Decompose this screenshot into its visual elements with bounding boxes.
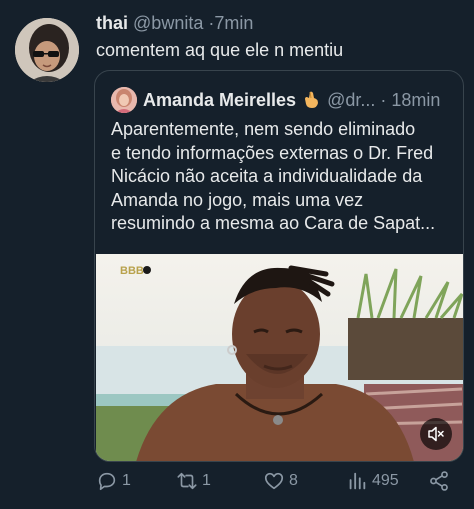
pinched-fingers-icon	[301, 90, 321, 110]
mute-button[interactable]	[420, 418, 452, 450]
author-avatar[interactable]	[15, 18, 79, 82]
speaker-muted-icon	[428, 426, 444, 442]
quoted-author-avatar[interactable]	[111, 87, 137, 113]
quoted-separator-dot: ·	[380, 89, 387, 110]
analytics-icon	[349, 472, 366, 490]
quoted-tweet-header: Amanda Meirelles @dr... · 18min	[111, 87, 440, 113]
share-icon	[430, 471, 448, 491]
tweet-header: thai @bwnita ·7min	[96, 13, 253, 34]
quoted-author-handle[interactable]: @dr...	[327, 90, 375, 111]
retweet-count: 1	[202, 472, 211, 489]
reply-count: 1	[122, 472, 131, 489]
author-handle[interactable]: @bwnita	[133, 13, 203, 33]
quoted-tweet-card[interactable]: Amanda Meirelles @dr... · 18min Aparente…	[94, 70, 464, 462]
author-name[interactable]: thai	[96, 13, 128, 33]
retweet-icon	[177, 472, 197, 490]
quoted-tweet-text: Aparentemente, nem sendo eliminado e ten…	[111, 119, 436, 233]
quoted-tweet-video[interactable]: BBB	[96, 254, 463, 461]
reply-button[interactable]: 1	[96, 468, 131, 494]
video-frame: BBB	[96, 254, 463, 461]
tweet-action-bar: 1 1 8 495	[96, 468, 456, 494]
retweet-button[interactable]: 1	[176, 468, 211, 494]
avatar-photo	[15, 18, 79, 82]
view-count: 495	[372, 472, 399, 489]
like-button[interactable]: 8	[263, 468, 298, 494]
svg-text:BBB: BBB	[120, 265, 144, 277]
views-button[interactable]: 495	[346, 468, 399, 494]
heart-icon	[264, 472, 284, 490]
tweet-text: comentem aq que ele n mentiu	[96, 40, 344, 60]
quoted-author-name[interactable]: Amanda Meirelles	[143, 90, 296, 111]
tweet-time[interactable]: 7min	[214, 13, 253, 33]
like-count: 8	[289, 472, 298, 489]
quoted-tweet-time[interactable]: 18min	[391, 90, 440, 111]
reply-icon	[98, 472, 116, 491]
quoted-avatar-photo	[111, 87, 137, 113]
share-button[interactable]	[428, 468, 450, 494]
